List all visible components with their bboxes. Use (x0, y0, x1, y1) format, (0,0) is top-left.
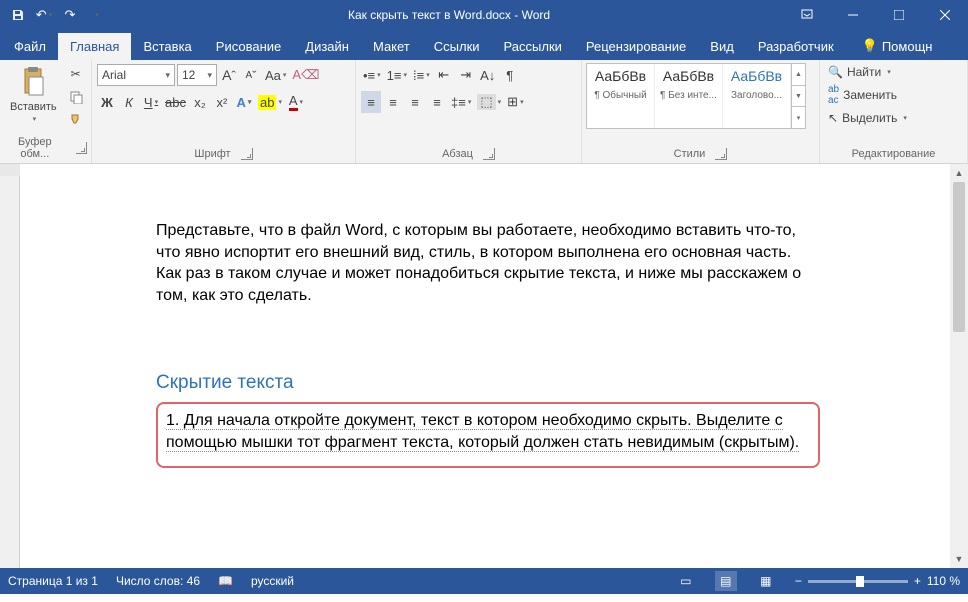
clipboard-launcher[interactable] (76, 142, 87, 154)
minimize-icon[interactable] (830, 0, 876, 30)
superscript-button[interactable]: x² (212, 91, 232, 113)
status-words[interactable]: Число слов: 46 (116, 574, 200, 588)
style-normal[interactable]: АаБбВв¶ Обычный (587, 64, 655, 128)
tab-references[interactable]: Ссылки (422, 33, 492, 60)
align-left-button[interactable]: ≡ (361, 91, 381, 113)
cut-icon[interactable]: ✂ (65, 63, 87, 85)
shrink-font-button[interactable]: Aˇ (241, 64, 261, 86)
decrease-indent-button[interactable]: ⇤ (434, 64, 454, 86)
paragraph-launcher[interactable] (483, 148, 495, 160)
maximize-icon[interactable] (876, 0, 922, 30)
scroll-down-icon[interactable]: ▼ (950, 550, 968, 568)
search-icon: 🔍 (828, 65, 843, 79)
clipboard-group-label: Буфер обм... (4, 136, 66, 160)
font-launcher[interactable] (241, 148, 253, 160)
paragraph-group-label: Абзац (442, 148, 473, 160)
grow-font-button[interactable]: Aˆ (219, 64, 239, 86)
redo-icon[interactable]: ↷ (58, 3, 82, 27)
ruler-corner (0, 164, 20, 176)
paragraph-2[interactable]: 1. Для начала откройте документ, текст в… (166, 410, 810, 453)
font-name-combo[interactable]: Arial▾ (97, 64, 175, 86)
tab-design[interactable]: Дизайн (293, 33, 361, 60)
zoom-out-button[interactable]: − (795, 574, 802, 588)
selected-text-box: 1. Для начала откройте документ, текст в… (156, 402, 820, 467)
shading-button[interactable]: ⬚▾ (475, 91, 503, 113)
subscript-button[interactable]: x₂ (190, 91, 210, 113)
sort-button[interactable]: A↓ (478, 64, 498, 86)
bullets-button[interactable]: •≡▾ (361, 64, 383, 86)
styles-launcher[interactable] (715, 148, 727, 160)
qat-customize-icon[interactable]: ▾ (84, 3, 108, 27)
format-painter-icon[interactable] (65, 109, 87, 131)
justify-button[interactable]: ≡ (427, 91, 447, 113)
tab-draw[interactable]: Рисование (204, 33, 293, 60)
status-page[interactable]: Страница 1 из 1 (8, 574, 98, 588)
paste-icon (19, 65, 47, 99)
undo-icon[interactable]: ↶▾ (32, 3, 56, 27)
zoom-slider[interactable] (808, 580, 908, 583)
font-size-combo[interactable]: 12▾ (177, 64, 217, 86)
font-group-label: Шрифт (194, 148, 230, 160)
tab-layout[interactable]: Макет (361, 33, 422, 60)
zoom-in-button[interactable]: + (914, 574, 921, 588)
close-icon[interactable] (922, 0, 968, 30)
show-marks-button[interactable]: ¶ (500, 64, 520, 86)
document-area[interactable]: Представьте, что в файл Word, с которым … (0, 164, 968, 568)
scroll-up-icon[interactable]: ▲ (950, 164, 968, 182)
styles-group-label: Стили (674, 148, 706, 160)
style-heading1[interactable]: АаБбВвЗаголово... (723, 64, 791, 128)
print-layout-icon[interactable]: ▤ (715, 571, 737, 591)
font-color-button[interactable]: A▾ (286, 91, 306, 113)
bulb-icon: 💡 (862, 38, 878, 54)
save-icon[interactable] (6, 3, 30, 27)
editing-group-label: Редактирование (852, 148, 936, 160)
line-spacing-button[interactable]: ‡≡▾ (449, 91, 473, 113)
tab-mailings[interactable]: Рассылки (492, 33, 574, 60)
vertical-ruler[interactable] (0, 164, 20, 568)
tab-file[interactable]: Файл (2, 33, 58, 60)
find-button[interactable]: 🔍Найти▾ (824, 63, 895, 81)
highlight-button[interactable]: ab▾ (256, 91, 284, 113)
scroll-thumb[interactable] (953, 182, 965, 332)
tab-developer[interactable]: Разработчик (746, 33, 846, 60)
vertical-scrollbar[interactable]: ▲ ▼ (950, 164, 968, 568)
status-proofing-icon[interactable]: 📖 (218, 574, 233, 588)
copy-icon[interactable] (65, 86, 87, 108)
borders-button[interactable]: ⊞▾ (505, 91, 525, 113)
tab-review[interactable]: Рецензирование (574, 33, 698, 60)
heading-1[interactable]: Скрытие текста (156, 372, 820, 394)
paste-button[interactable]: Вставить ▾ (4, 63, 63, 125)
zoom-level[interactable]: 110 % (927, 574, 960, 588)
replace-icon: abac (828, 84, 839, 106)
web-layout-icon[interactable]: ▦ (755, 571, 777, 591)
increase-indent-button[interactable]: ⇥ (456, 64, 476, 86)
text-effects-button[interactable]: A▾ (234, 91, 254, 113)
tab-view[interactable]: Вид (698, 33, 746, 60)
read-mode-icon[interactable]: ▭ (675, 571, 697, 591)
styles-more[interactable]: ▾ (792, 107, 805, 128)
multilevel-button[interactable]: ⁞≡▾ (411, 64, 432, 86)
underline-button[interactable]: Ч▾ (141, 91, 161, 113)
tab-home[interactable]: Главная (58, 33, 131, 60)
select-button[interactable]: ↖Выделить▾ (824, 109, 911, 127)
change-case-button[interactable]: Aa▾ (263, 64, 288, 86)
strike-button[interactable]: abc (163, 91, 188, 113)
styles-scroll-up[interactable]: ▲ (792, 64, 805, 86)
ribbon-options-icon[interactable] (784, 0, 830, 30)
window-title: Как скрыть текст в Word.docx - Word (114, 8, 784, 22)
replace-button[interactable]: abacЗаменить (824, 82, 901, 108)
align-center-button[interactable]: ≡ (383, 91, 403, 113)
clear-format-icon[interactable]: A⌫ (290, 64, 321, 86)
cursor-icon: ↖ (828, 111, 838, 125)
paragraph-1[interactable]: Представьте, что в файл Word, с которым … (156, 220, 820, 306)
tab-insert[interactable]: Вставка (131, 33, 203, 60)
align-right-button[interactable]: ≡ (405, 91, 425, 113)
bold-button[interactable]: Ж (97, 91, 117, 113)
styles-scroll-down[interactable]: ▼ (792, 86, 805, 108)
italic-button[interactable]: К (119, 91, 139, 113)
status-language[interactable]: русский (251, 574, 294, 588)
tell-me-search[interactable]: 💡Помощн (852, 32, 943, 60)
numbering-button[interactable]: 1≡▾ (385, 64, 409, 86)
style-no-spacing[interactable]: АаБбВв¶ Без инте... (655, 64, 723, 128)
